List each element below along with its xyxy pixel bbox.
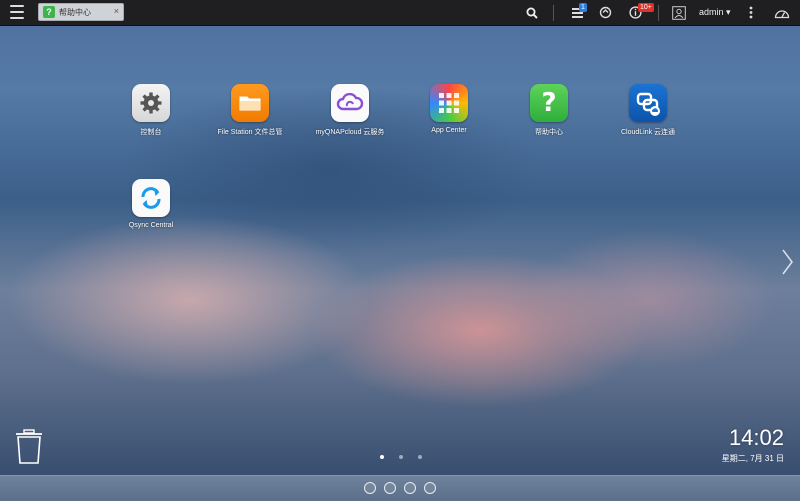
menu-icon[interactable] [10, 5, 24, 19]
page-dot-3[interactable] [418, 455, 422, 459]
tab-label: 帮助中心 [59, 8, 91, 17]
folder-icon [231, 84, 269, 122]
app-label: 帮助中心 [535, 129, 563, 136]
task-badge: 1 [579, 3, 587, 12]
tab-help-center[interactable]: ? 帮助中心 × [38, 3, 124, 21]
dock-grid-icon[interactable] [404, 482, 416, 494]
help-icon: ? [43, 6, 55, 18]
app-cloudlink[interactable]: CloudLink 云连通 [598, 84, 698, 137]
app-label: File Station 文件总管 [217, 129, 283, 136]
search-icon[interactable] [524, 0, 540, 25]
app-label: CloudLink 云连通 [620, 129, 676, 136]
trash-icon[interactable] [15, 429, 43, 465]
app-label: App Center [431, 127, 467, 134]
bottom-dock [0, 475, 800, 501]
sync-icon [132, 179, 170, 217]
app-control-panel[interactable]: 控制台 [101, 84, 201, 137]
dock-search-icon[interactable] [384, 482, 396, 494]
app-app-center[interactable]: App Center [399, 84, 499, 134]
divider [553, 5, 554, 21]
app-label: myQNAPcloud 云服务 [315, 129, 385, 136]
app-grid-icon [430, 84, 468, 122]
help-icon: ? [530, 84, 568, 122]
divider [658, 5, 659, 21]
app-help-center[interactable]: ? 帮助中心 [499, 84, 599, 137]
close-icon[interactable]: × [114, 6, 119, 16]
next-page-arrow[interactable] [780, 248, 794, 276]
info-badge: 10+ [638, 3, 654, 12]
page-indicator [378, 455, 428, 461]
page-dot-1[interactable] [380, 455, 384, 459]
dock-box-icon[interactable] [424, 482, 436, 494]
clock-time: 14:02 [728, 425, 784, 450]
dashboard-icon[interactable] [773, 0, 791, 25]
app-qsync-central[interactable]: Qsync Central [101, 179, 201, 229]
more-icon[interactable] [745, 0, 757, 25]
user-menu[interactable]: admin ▾ [699, 7, 731, 18]
top-bar: ? 帮助中心 × 1 10+ admin ▾ [0, 0, 800, 26]
gear-icon [132, 84, 170, 122]
app-file-station[interactable]: File Station 文件总管 [200, 84, 300, 137]
clock-date: 星期二, 7月 31 日 [721, 454, 784, 463]
cloudlink-icon [629, 84, 667, 122]
user-icon[interactable] [671, 0, 687, 25]
app-label: 控制台 [140, 129, 162, 136]
sync-icon[interactable] [597, 0, 613, 25]
dock-cloud-icon[interactable] [364, 482, 376, 494]
page-dot-2[interactable] [399, 455, 403, 459]
cloud-icon [331, 84, 369, 122]
app-label: Qsync Central [128, 222, 174, 229]
app-myqnapcloud[interactable]: myQNAPcloud 云服务 [300, 84, 400, 137]
